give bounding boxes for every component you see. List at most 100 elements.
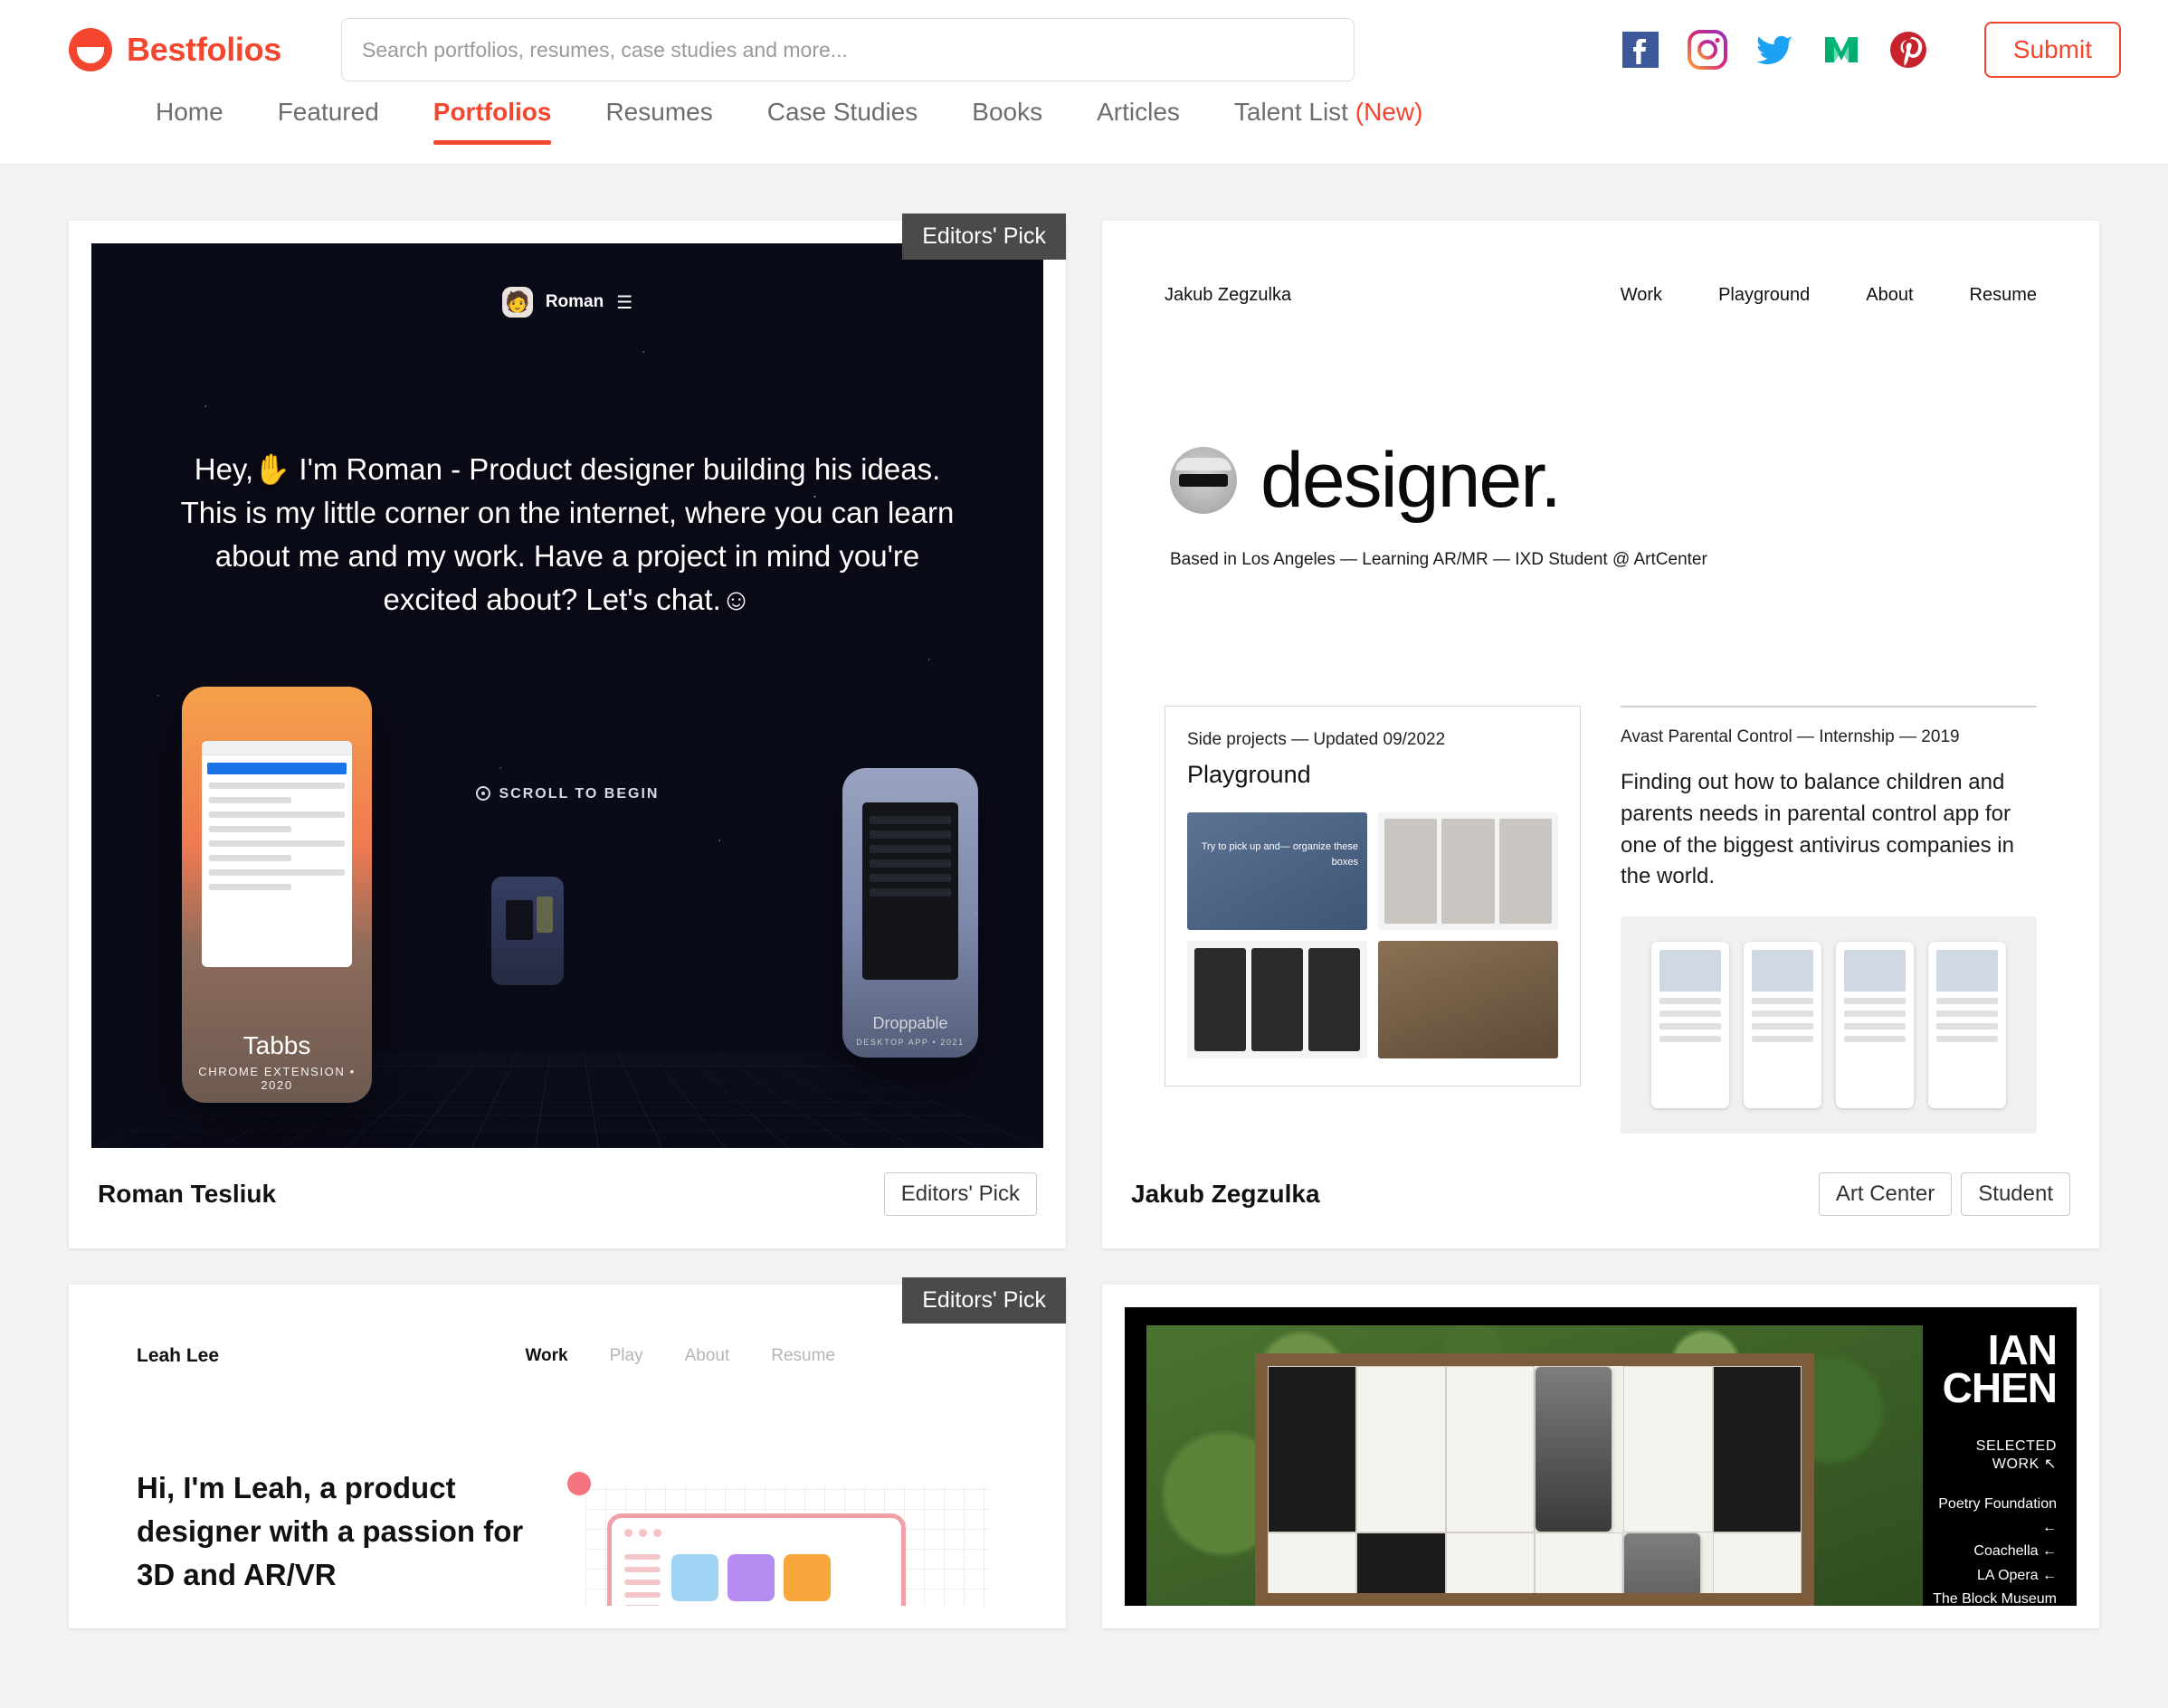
poster-board bbox=[1255, 1353, 1814, 1606]
tile-title: Droppable bbox=[842, 1014, 978, 1033]
portfolio-thumbnail[interactable]: 🧑 Roman ☰ Tabbs CHROME EXTENSION • 2020 bbox=[91, 243, 1043, 1148]
tabbs-screenshot bbox=[202, 741, 352, 967]
facebook-icon[interactable] bbox=[1619, 28, 1662, 71]
preview-sidebar: IAN CHEN SELECTED WORK ↖ Poetry Foundati… bbox=[1923, 1307, 2077, 1606]
tag-editors-pick[interactable]: Editors' Pick bbox=[884, 1172, 1037, 1216]
scroll-dot-icon bbox=[476, 786, 490, 801]
mosaic-tile-phones bbox=[1187, 941, 1367, 1058]
project-tile-small bbox=[491, 877, 564, 985]
portfolio-thumbnail[interactable]: IAN CHEN SELECTED WORK ↖ Poetry Foundati… bbox=[1125, 1307, 2077, 1606]
preview-subline: Based in Los Angeles — Learning AR/MR — … bbox=[1165, 550, 2037, 570]
portfolio-grid: Editors' Pick 🧑 Roman ☰ Tabbs CHROME EXT… bbox=[0, 165, 2168, 1628]
card-title: Jakub Zegzulka bbox=[1131, 1180, 1320, 1209]
portfolio-thumbnail[interactable]: Leah Lee Work Play About Resume Hi, I'm … bbox=[91, 1307, 1043, 1606]
preview-left-column: Side projects — Updated 09/2022 Playgrou… bbox=[1165, 706, 1581, 1134]
panel-title: Playground bbox=[1187, 761, 1558, 789]
hedge-photo bbox=[1146, 1325, 1923, 1606]
preview-columns: Side projects — Updated 09/2022 Playgrou… bbox=[1165, 706, 2037, 1134]
main-nav: Home Featured Portfolios Resumes Case St… bbox=[0, 100, 2168, 165]
preview-headline: designer. bbox=[1260, 441, 1560, 519]
nav-item-featured[interactable]: Featured bbox=[251, 100, 406, 125]
divider bbox=[1621, 706, 2037, 707]
tile-title: Tabbs bbox=[182, 1031, 372, 1060]
card-footer: Jakub Zegzulka Art Center Student bbox=[1102, 1171, 2099, 1248]
tag-art-center[interactable]: Art Center bbox=[1819, 1172, 1952, 1216]
brand-name: Bestfolios bbox=[127, 31, 281, 69]
portfolio-card-leah-lee[interactable]: Editors' Pick Leah Lee Work Play About R… bbox=[69, 1285, 1066, 1628]
card-title: Roman Tesliuk bbox=[98, 1180, 276, 1209]
phone-mockups bbox=[1621, 916, 2037, 1134]
portfolio-card-jakub-zegzulka[interactable]: Jakub Zegzulka Work Playground About Res… bbox=[1102, 221, 2099, 1248]
tile-subtitle: DESKTOP APP • 2021 bbox=[842, 1038, 978, 1047]
social-links: Submit bbox=[1619, 22, 2121, 78]
preview-nav-resume[interactable]: Resume bbox=[1970, 285, 2037, 306]
panel-eyebrow: Side projects — Updated 09/2022 bbox=[1187, 730, 1558, 750]
search-container bbox=[341, 18, 1355, 81]
preview-right-column: Avast Parental Control — Internship — 20… bbox=[1621, 706, 2037, 1134]
editors-pick-badge: Editors' Pick bbox=[902, 1277, 1066, 1324]
twitter-icon[interactable] bbox=[1753, 28, 1796, 71]
submit-button[interactable]: Submit bbox=[1984, 22, 2121, 78]
tag-student[interactable]: Student bbox=[1961, 1172, 2070, 1216]
nav-item-books[interactable]: Books bbox=[945, 100, 1070, 125]
instagram-icon[interactable] bbox=[1686, 28, 1729, 71]
scroll-to-begin-hint: SCROLL TO BEGIN bbox=[91, 786, 1043, 802]
project-mosaic: Try to pick up and— organize these boxes bbox=[1187, 812, 1558, 1058]
preview-topbar: Jakub Zegzulka Work Playground About Res… bbox=[1165, 285, 2037, 306]
mosaic-tile-workshop bbox=[1378, 941, 1558, 1058]
mosaic-tile-closet bbox=[1378, 812, 1558, 930]
preview-nav-work[interactable]: Work bbox=[1621, 285, 1662, 306]
portfolio-thumbnail[interactable]: Jakub Zegzulka Work Playground About Res… bbox=[1125, 243, 2077, 1148]
nav-talent-label: Talent List bbox=[1234, 98, 1348, 126]
card-tags: Art Center Student bbox=[1819, 1172, 2070, 1216]
portfolio-card-ian-chen[interactable]: IAN CHEN SELECTED WORK ↖ Poetry Foundati… bbox=[1102, 1285, 2099, 1628]
pinterest-icon[interactable] bbox=[1887, 28, 1930, 71]
illustration bbox=[560, 1466, 998, 1606]
nav-item-articles[interactable]: Articles bbox=[1070, 100, 1207, 125]
site-header: Bestfolios Submit bbox=[0, 0, 2168, 100]
preview-topbar: Leah Lee Work Play About Resume bbox=[137, 1345, 998, 1367]
scroll-label: SCROLL TO BEGIN bbox=[499, 786, 660, 802]
preview-body: Hi, I'm Leah, a product designer with a … bbox=[137, 1466, 998, 1606]
preview-nav: Work Playground About Resume bbox=[1621, 285, 2037, 306]
selected-work-list: Poetry Foundation ← Coachella ← LA Opera… bbox=[1932, 1493, 2057, 1606]
nav-item-case-studies[interactable]: Case Studies bbox=[740, 100, 946, 125]
preview-nav-about[interactable]: About bbox=[1866, 285, 1913, 306]
brand-logo[interactable]: Bestfolios bbox=[69, 28, 281, 71]
medium-icon[interactable] bbox=[1820, 28, 1863, 71]
preview-username: Roman bbox=[546, 292, 604, 312]
mosaic-tile-boxes: Try to pick up and— organize these boxes bbox=[1187, 812, 1367, 930]
card-tags: Editors' Pick bbox=[884, 1172, 1037, 1216]
preview-title: IAN CHEN bbox=[1932, 1331, 2057, 1408]
mosaic-caption: Try to pick up and— organize these boxes bbox=[1187, 840, 1358, 869]
preview-logo: Leah Lee bbox=[137, 1345, 219, 1367]
bestfolios-logo-icon bbox=[69, 28, 112, 71]
preview-hero: designer. bbox=[1165, 441, 2037, 519]
preview-title-line2: CHEN bbox=[1943, 1364, 2057, 1411]
hamburger-menu-icon[interactable]: ☰ bbox=[616, 291, 632, 314]
droppable-screenshot bbox=[862, 802, 958, 980]
preview-nav-work[interactable]: Work bbox=[525, 1346, 567, 1366]
nav-item-resumes[interactable]: Resumes bbox=[578, 100, 739, 125]
nav-item-portfolios[interactable]: Portfolios bbox=[406, 100, 579, 125]
avatar-photo bbox=[1170, 447, 1237, 514]
section-selected-work: SELECTED WORK ↖ bbox=[1932, 1438, 2057, 1473]
nav-item-talent-list[interactable]: Talent List (New) bbox=[1207, 100, 1450, 125]
preview-logo: Jakub Zegzulka bbox=[1165, 285, 1291, 306]
preview-nav-playground[interactable]: Playground bbox=[1718, 285, 1810, 306]
search-input[interactable] bbox=[341, 18, 1355, 81]
project-tile-tabbs: Tabbs CHROME EXTENSION • 2020 bbox=[182, 687, 372, 1103]
preview-nav-play[interactable]: Play bbox=[610, 1346, 643, 1366]
preview-nav-resume[interactable]: Resume bbox=[771, 1346, 835, 1366]
tile-subtitle: CHROME EXTENSION • 2020 bbox=[182, 1065, 372, 1092]
card-footer: Roman Tesliuk Editors' Pick bbox=[69, 1171, 1066, 1248]
nav-item-home[interactable]: Home bbox=[156, 100, 251, 125]
preview-hero-text: Hey,✋ I'm Roman - Product designer build… bbox=[173, 448, 962, 621]
preview-topbar: 🧑 Roman ☰ bbox=[91, 287, 1043, 318]
preview-nav-about[interactable]: About bbox=[685, 1346, 730, 1366]
preview-headline: Hi, I'm Leah, a product designer with a … bbox=[137, 1466, 533, 1597]
panel-body: Finding out how to balance children and … bbox=[1621, 767, 2037, 893]
avatar: 🧑 bbox=[502, 287, 533, 318]
panel-eyebrow: Avast Parental Control — Internship — 20… bbox=[1621, 727, 2037, 747]
portfolio-card-roman-tesliuk[interactable]: Editors' Pick 🧑 Roman ☰ Tabbs CHROME EXT… bbox=[69, 221, 1066, 1248]
